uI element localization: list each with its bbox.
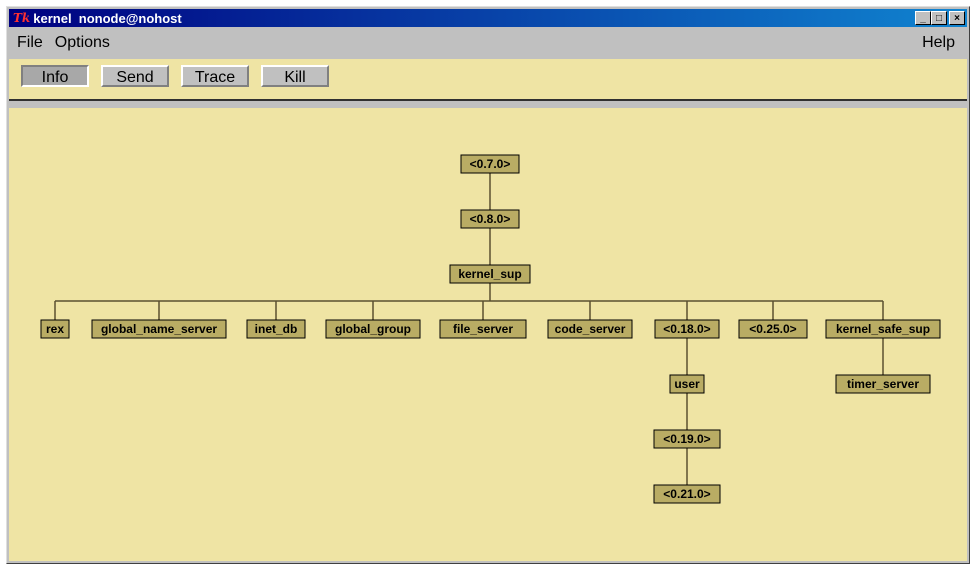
process-node[interactable]: rex	[40, 319, 70, 339]
process-node-label: inet_db	[255, 322, 298, 336]
process-node-label: <0.21.0>	[663, 487, 710, 501]
window-title: kernel nonode@nohost	[33, 10, 182, 26]
process-node-label: <0.18.0>	[663, 322, 710, 336]
menu-bar: File Options Help	[9, 29, 967, 57]
process-node[interactable]: code_server	[547, 319, 633, 339]
process-node-label: <0.19.0>	[663, 432, 710, 446]
process-node[interactable]: kernel_safe_sup	[825, 319, 941, 339]
process-node-label: user	[674, 377, 700, 391]
close-button[interactable]: ×	[949, 11, 965, 25]
tk-logo-icon: Tk	[13, 11, 31, 25]
process-node[interactable]: <0.18.0>	[654, 319, 720, 339]
process-tree-canvas[interactable]: <0.7.0> <0.8.0> kernel_suprex global_name_s…	[9, 108, 967, 561]
process-node[interactable]: <0.8.0>	[460, 209, 520, 229]
process-node[interactable]: inet_db	[246, 319, 306, 339]
process-node[interactable]: <0.19.0>	[653, 429, 721, 449]
close-icon: ×	[954, 12, 960, 24]
kill-button[interactable]: Kill	[261, 65, 329, 87]
sash[interactable]	[9, 101, 967, 108]
menu-options[interactable]: Options	[49, 34, 116, 52]
process-node[interactable]: <0.25.0>	[738, 319, 808, 339]
minimize-icon: _	[920, 12, 926, 24]
process-node-label: kernel_safe_sup	[836, 322, 930, 336]
maximize-button[interactable]: □	[931, 11, 947, 25]
maximize-icon: □	[935, 12, 943, 24]
process-node-label: global_name_server	[101, 322, 217, 336]
trace-button[interactable]: Trace	[181, 65, 249, 87]
window-controls: _ □ ×	[915, 11, 965, 25]
process-node[interactable]: global_name_server	[91, 319, 227, 339]
process-node-label: code_server	[555, 322, 626, 336]
app-window: Tk kernel nonode@nohost _ □ × File Optio…	[6, 6, 970, 564]
menu-help[interactable]: Help	[916, 34, 961, 52]
process-node-label: kernel_sup	[458, 267, 521, 281]
process-node-label: file_server	[453, 322, 513, 336]
process-node[interactable]: <0.21.0>	[653, 484, 721, 504]
info-button[interactable]: Info	[21, 65, 89, 87]
process-node[interactable]: global_group	[325, 319, 421, 339]
process-node[interactable]: user	[669, 374, 705, 394]
process-node[interactable]: kernel_sup	[449, 264, 531, 284]
process-node-label: rex	[46, 322, 64, 336]
process-node[interactable]: file_server	[439, 319, 527, 339]
process-node-label: <0.25.0>	[749, 322, 796, 336]
menu-file[interactable]: File	[9, 34, 49, 52]
send-button[interactable]: Send	[101, 65, 169, 87]
process-node-label: <0.7.0>	[470, 157, 511, 171]
process-tree: <0.7.0> <0.8.0> kernel_suprex global_name_s…	[40, 154, 941, 504]
process-node[interactable]: timer_server	[835, 374, 931, 394]
process-node[interactable]: <0.7.0>	[460, 154, 520, 174]
title-bar[interactable]: Tk kernel nonode@nohost _ □ ×	[9, 9, 967, 27]
toolbar: Info Send Trace Kill	[9, 59, 967, 99]
process-node-label: timer_server	[847, 377, 919, 391]
minimize-button[interactable]: _	[915, 11, 931, 25]
process-node-label: global_group	[335, 322, 411, 336]
process-node-label: <0.8.0>	[470, 212, 511, 226]
